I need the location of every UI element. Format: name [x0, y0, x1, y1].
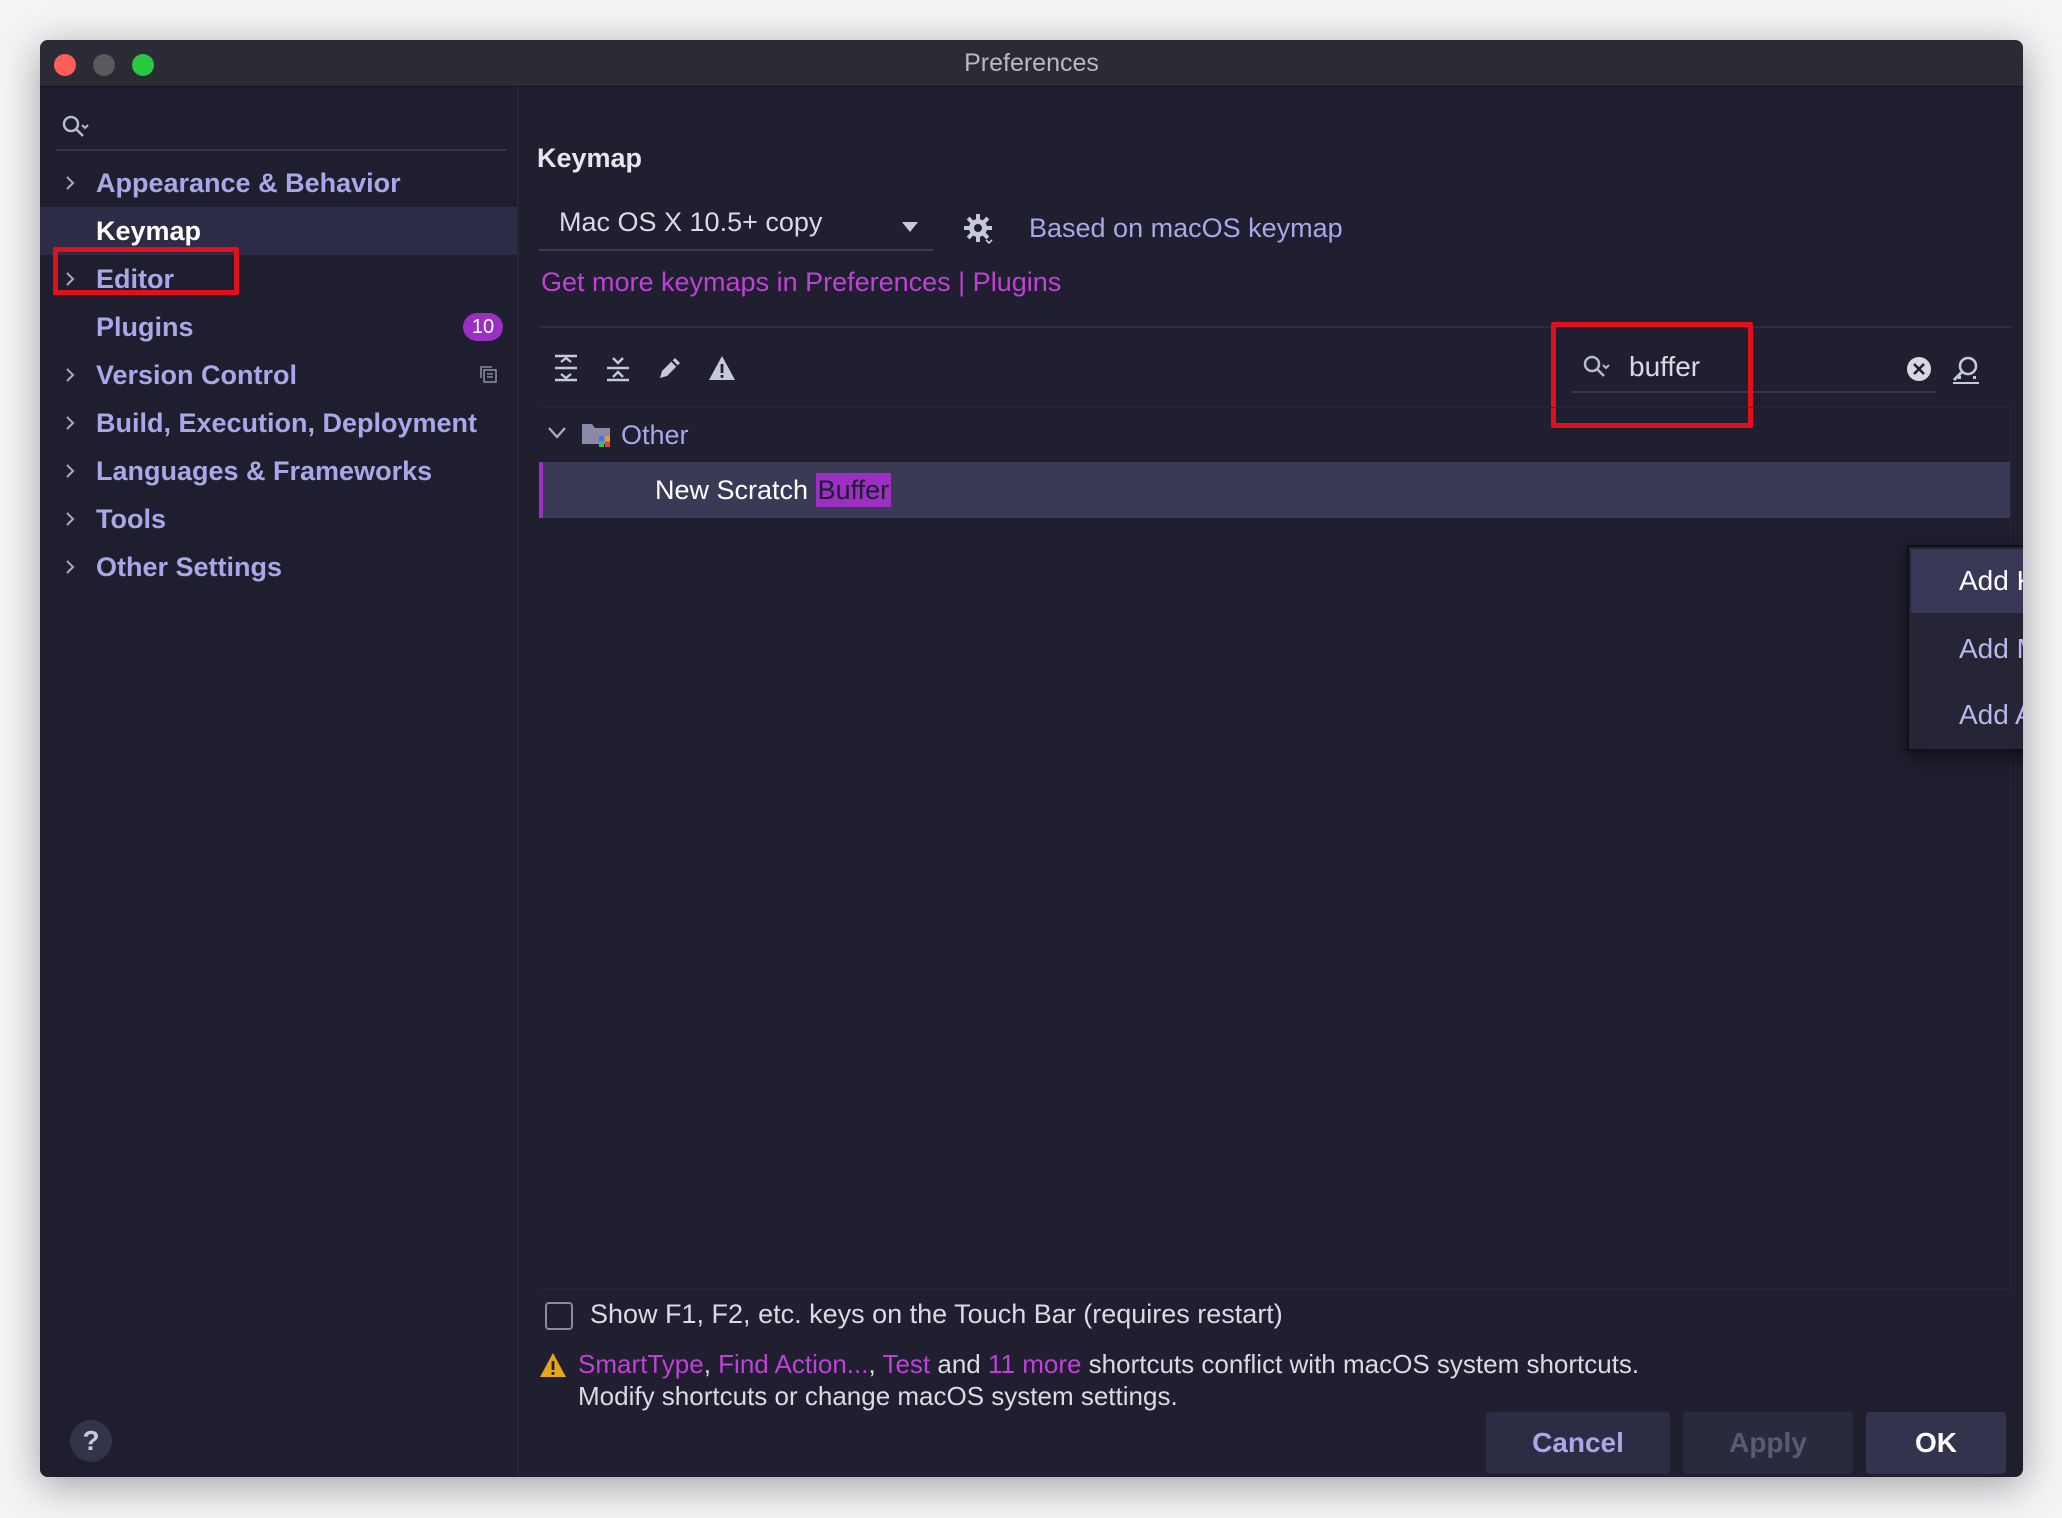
title-bar: Preferences — [40, 40, 2023, 87]
dropdown-arrow-icon — [902, 222, 918, 232]
warning-separator: , — [868, 1349, 883, 1379]
edit-pencil-icon[interactable] — [655, 353, 685, 383]
sidebar-item-tools[interactable]: Tools — [40, 495, 517, 543]
sidebar-item-label: Languages & Frameworks — [96, 456, 433, 486]
warning-and: and — [930, 1349, 988, 1379]
window-title: Preferences — [964, 49, 1099, 77]
chevron-right-icon[interactable] — [62, 415, 78, 431]
menu-item-label: Add Abbreviation — [1959, 699, 2023, 730]
sidebar-item-appearance-behavior[interactable]: Appearance & Behavior — [40, 159, 517, 207]
settings-nav: Appearance & Behavior Keymap Editor Plug… — [40, 159, 517, 591]
help-button[interactable]: ? — [70, 1420, 112, 1462]
context-menu: Add Keyboard Shortcut Add Mouse Shortcut… — [1907, 545, 2023, 751]
sidebar-item-label: Plugins — [96, 312, 194, 342]
chevron-right-icon[interactable] — [62, 367, 78, 383]
sidebar-item-languages-frameworks[interactable]: Languages & Frameworks — [40, 447, 517, 495]
action-name: New Scratch Buffer — [655, 473, 892, 507]
ok-button[interactable]: OK — [1866, 1412, 2006, 1474]
clear-search-icon[interactable] — [1905, 355, 1933, 383]
sidebar-item-build-execution-deployment[interactable]: Build, Execution, Deployment — [40, 399, 517, 447]
keymap-select-value: Mac OS X 10.5+ copy — [559, 207, 823, 237]
conflict-link-test[interactable]: Test — [882, 1349, 930, 1379]
search-match-highlight: Buffer — [815, 473, 892, 507]
gear-icon[interactable] — [961, 211, 995, 245]
sidebar-item-plugins[interactable]: Plugins 10 — [40, 303, 517, 351]
conflict-link-find-action[interactable]: Find Action... — [718, 1349, 868, 1379]
cancel-button[interactable]: Cancel — [1486, 1412, 1670, 1474]
sidebar-item-version-control[interactable]: Version Control — [40, 351, 517, 399]
tree-group-other[interactable]: Other — [539, 408, 2010, 458]
keymap-highlight-box — [53, 247, 239, 295]
project-scope-icon — [480, 366, 497, 383]
conflict-link-more[interactable]: 11 more — [988, 1349, 1081, 1379]
collapse-all-icon[interactable] — [603, 353, 633, 383]
keymap-panel: Keymap Mac OS X 10.5+ copy Based on macO… — [519, 87, 2023, 1477]
expand-all-icon[interactable] — [551, 353, 581, 383]
menu-item-add-keyboard-shortcut[interactable]: Add Keyboard Shortcut — [1911, 549, 2023, 613]
sidebar-item-label: Version Control — [96, 360, 298, 390]
touchbar-checkbox[interactable] — [545, 1302, 573, 1330]
search-icon — [62, 115, 89, 137]
warning-separator: , — [703, 1349, 719, 1379]
menu-item-add-abbreviation[interactable]: Add Abbreviation — [1911, 683, 2023, 747]
sidebar-item-label: Other Settings — [96, 552, 283, 582]
plugins-count-badge: 10 — [463, 313, 503, 341]
tree-row-new-scratch-buffer[interactable]: New Scratch Buffer — [539, 462, 2010, 518]
action-name-prefix: New Scratch — [655, 475, 816, 505]
sidebar-item-label: Build, Execution, Deployment — [96, 408, 478, 438]
more-keymaps-link[interactable]: Get more keymaps in Preferences | Plugin… — [541, 267, 1061, 298]
warning-text: shortcuts conflict with macOS system sho… — [1081, 1349, 1640, 1379]
keymap-actions-tree: Other New Scratch Buffer — [539, 407, 2011, 1289]
chevron-right-icon[interactable] — [62, 511, 78, 527]
divider — [539, 326, 2011, 328]
apply-button[interactable]: Apply — [1683, 1412, 1853, 1474]
menu-item-label: Add Keyboard Shortcut — [1959, 565, 2023, 596]
folder-icon — [582, 424, 610, 447]
sidebar-item-other-settings[interactable]: Other Settings — [40, 543, 517, 591]
settings-sidebar: Appearance & Behavior Keymap Editor Plug… — [40, 87, 519, 1477]
preferences-window: Preferences Appearance & Behavior Keymap… — [40, 40, 2023, 1477]
sidebar-item-label: Appearance & Behavior — [96, 168, 401, 198]
chevron-right-icon[interactable] — [62, 559, 78, 575]
conflict-warning: SmartType, Find Action..., Test and 11 m… — [578, 1349, 1639, 1380]
chevron-right-icon[interactable] — [62, 175, 78, 191]
page-title: Keymap — [537, 143, 643, 173]
menu-item-add-mouse-shortcut[interactable]: Add Mouse Shortcut — [1911, 617, 2023, 681]
chevron-down-icon[interactable] — [547, 426, 567, 440]
touchbar-checkbox-label[interactable]: Show F1, F2, etc. keys on the Touch Bar … — [590, 1299, 1283, 1330]
warning-filter-icon[interactable] — [707, 353, 737, 383]
based-on-label: Based on macOS keymap — [1029, 213, 1343, 243]
chevron-right-icon[interactable] — [62, 463, 78, 479]
tree-group-label: Other — [621, 420, 689, 450]
conflict-warning-hint: Modify shortcuts or change macOS system … — [578, 1381, 1178, 1411]
warning-icon — [540, 1353, 566, 1377]
settings-search-input[interactable] — [56, 105, 506, 151]
find-shortcut-icon[interactable] — [1949, 353, 1983, 387]
sidebar-item-label: Tools — [96, 504, 166, 534]
menu-item-label: Add Mouse Shortcut — [1959, 633, 2023, 664]
keymap-select[interactable]: Mac OS X 10.5+ copy — [539, 201, 933, 251]
conflict-link-smarttype[interactable]: SmartType — [578, 1349, 704, 1379]
